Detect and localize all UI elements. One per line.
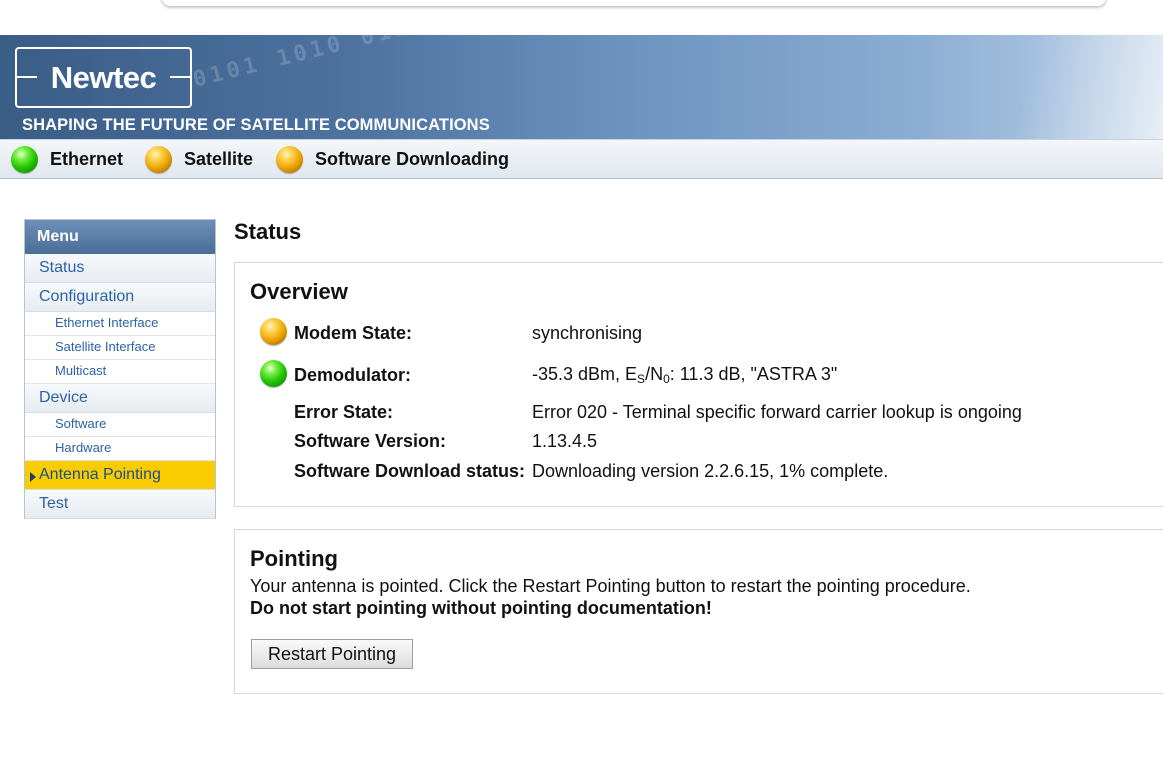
orange-led-icon (276, 145, 303, 173)
software-version-value: 1.13.4.5 (532, 431, 598, 451)
header-banner: 0101 1010 0110 Newtec SHAPING THE FUTURE… (0, 35, 1163, 139)
logo-text: Newtec (50, 59, 157, 95)
pointing-message: Your antenna is pointed. Click the Resta… (250, 576, 971, 596)
menu-item-hardware[interactable]: Hardware (25, 437, 215, 461)
modem-state-label: Modem State: (294, 323, 413, 343)
overview-panel: Overview Modem State: synchronising Demo… (234, 262, 1163, 507)
menu-item-test[interactable]: Test (25, 490, 215, 519)
page-title: Status (234, 219, 302, 244)
banner-decoration: 0101 1010 0110 (190, 35, 431, 93)
pointing-heading: Pointing (250, 546, 338, 571)
green-led-icon (11, 145, 38, 173)
menu-item-status[interactable]: Status (25, 254, 215, 283)
demodulator-label: Demodulator: (294, 365, 411, 385)
pointing-panel: Pointing Your antenna is pointed. Click … (234, 529, 1163, 694)
menu-item-antenna-pointing[interactable]: Antenna Pointing (25, 461, 215, 490)
overview-heading: Overview (250, 279, 348, 304)
orange-led-icon (145, 145, 172, 173)
orange-led-icon (260, 318, 287, 345)
status-satellite: Satellite (145, 140, 253, 178)
menu-item-device[interactable]: Device (25, 384, 215, 413)
status-software-downloading-label: Software Downloading (315, 148, 510, 169)
status-satellite-label: Satellite (184, 148, 254, 169)
error-state-label: Error State: (294, 402, 394, 422)
arrow-right-icon (30, 472, 36, 482)
modem-state-value: synchronising (532, 323, 643, 343)
green-led-icon (260, 360, 287, 387)
menu-item-software[interactable]: Software (25, 413, 215, 437)
error-state-value: Error 020 - Terminal specific forward ca… (532, 402, 1022, 422)
download-status-value: Downloading version 2.2.6.15, 1% complet… (532, 461, 889, 481)
status-ethernet-label: Ethernet (50, 148, 124, 169)
restart-pointing-button[interactable]: Restart Pointing (251, 639, 413, 669)
status-bar: Ethernet Satellite Software Downloading (0, 139, 1163, 179)
banner-shine (1003, 35, 1163, 139)
newtec-logo: Newtec (15, 47, 192, 108)
side-menu: Menu Status Configuration Ethernet Inter… (24, 219, 216, 519)
menu-item-satellite-interface[interactable]: Satellite Interface (25, 336, 215, 360)
banner-tagline: SHAPING THE FUTURE OF SATELLITE COMMUNIC… (22, 116, 490, 134)
status-software-downloading: Software Downloading (276, 140, 509, 178)
status-ethernet: Ethernet (11, 140, 123, 178)
menu-item-antenna-pointing-label: Antenna Pointing (39, 466, 161, 483)
pointing-warning: Do not start pointing without pointing d… (250, 598, 712, 618)
download-status-label: Software Download status: (294, 461, 526, 481)
menu-item-multicast[interactable]: Multicast (25, 360, 215, 384)
menu-item-configuration[interactable]: Configuration (25, 283, 215, 312)
software-version-label: Software Version: (294, 431, 447, 451)
menu-item-ethernet-interface[interactable]: Ethernet Interface (25, 312, 215, 336)
browser-address-bar-edge (162, 0, 1106, 6)
browser-top-area (0, 0, 1163, 35)
demodulator-value: -35.3 dBm, ES/N0: 11.3 dB, "ASTRA 3" (532, 364, 838, 386)
menu-header: Menu (25, 220, 215, 254)
